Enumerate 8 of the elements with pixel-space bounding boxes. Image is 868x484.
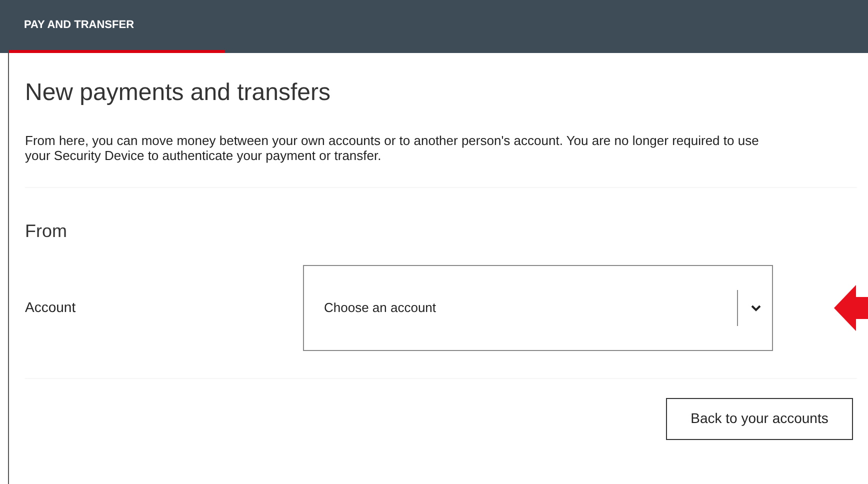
intro-paragraph: From here, you can move money between your own accounts or to another person's account. You are no longer required to use your Security Device to authenticate your payment or transfer. [25,134,760,164]
page-title: New payments and transfers [25,79,332,108]
chevron-down-icon [750,304,762,312]
back-button[interactable]: Back to your accounts [666,398,853,440]
arrow-left-icon [834,284,868,331]
account-dropdown[interactable]: Choose an account [303,264,773,351]
section-heading: From [25,220,68,243]
field-label: Account [25,298,77,318]
